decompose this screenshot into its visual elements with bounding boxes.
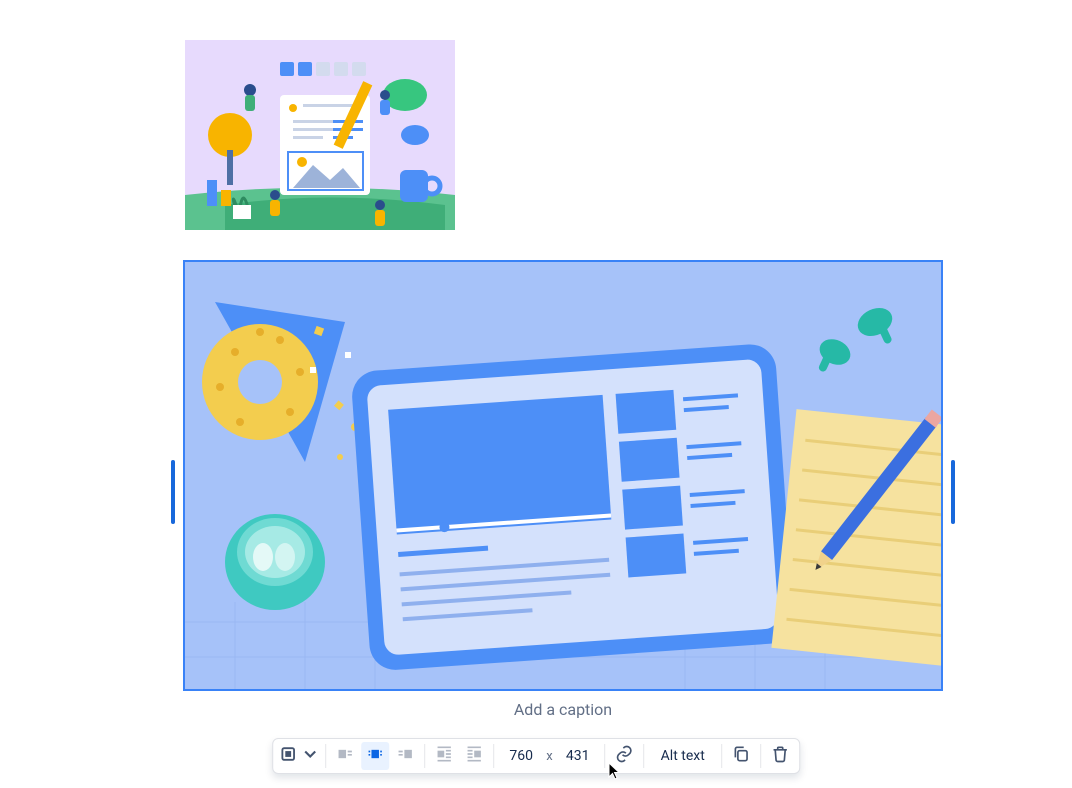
small-illustration-image[interactable] <box>185 40 455 230</box>
height-input[interactable]: 431 <box>563 748 593 764</box>
chevron-down-icon <box>300 744 320 768</box>
separator <box>493 744 494 768</box>
dimension-x-label: x <box>546 749 552 764</box>
separator <box>721 744 722 768</box>
resize-handle-left[interactable] <box>171 460 175 524</box>
resize-handle-right[interactable] <box>951 460 955 524</box>
mouse-cursor <box>608 762 622 784</box>
image-toolbar: 760 x 431 Alt text <box>272 738 800 774</box>
width-input[interactable]: 760 <box>506 748 536 764</box>
separator <box>325 744 326 768</box>
align-right-button[interactable] <box>391 742 419 770</box>
border-square-icon <box>278 744 298 768</box>
align-left-icon <box>335 744 355 768</box>
align-left-button[interactable] <box>331 742 359 770</box>
caption-input[interactable]: Add a caption <box>183 700 943 719</box>
selected-image[interactable] <box>183 260 943 691</box>
align-center-button[interactable] <box>361 742 389 770</box>
copy-icon <box>731 744 751 768</box>
separator <box>760 744 761 768</box>
wrap-left-icon <box>434 744 454 768</box>
separator <box>605 744 606 768</box>
dimensions-display: 760 x 431 <box>498 748 600 764</box>
alt-text-button[interactable]: Alt text <box>649 748 717 764</box>
wrap-left-button[interactable] <box>430 742 458 770</box>
separator <box>424 744 425 768</box>
separator <box>644 744 645 768</box>
wrap-right-icon <box>464 744 484 768</box>
delete-button[interactable] <box>766 742 794 770</box>
wrap-right-button[interactable] <box>460 742 488 770</box>
trash-icon <box>770 744 790 768</box>
copy-button[interactable] <box>727 742 755 770</box>
align-right-icon <box>395 744 415 768</box>
border-options-button[interactable] <box>278 742 320 770</box>
align-center-icon <box>365 744 385 768</box>
